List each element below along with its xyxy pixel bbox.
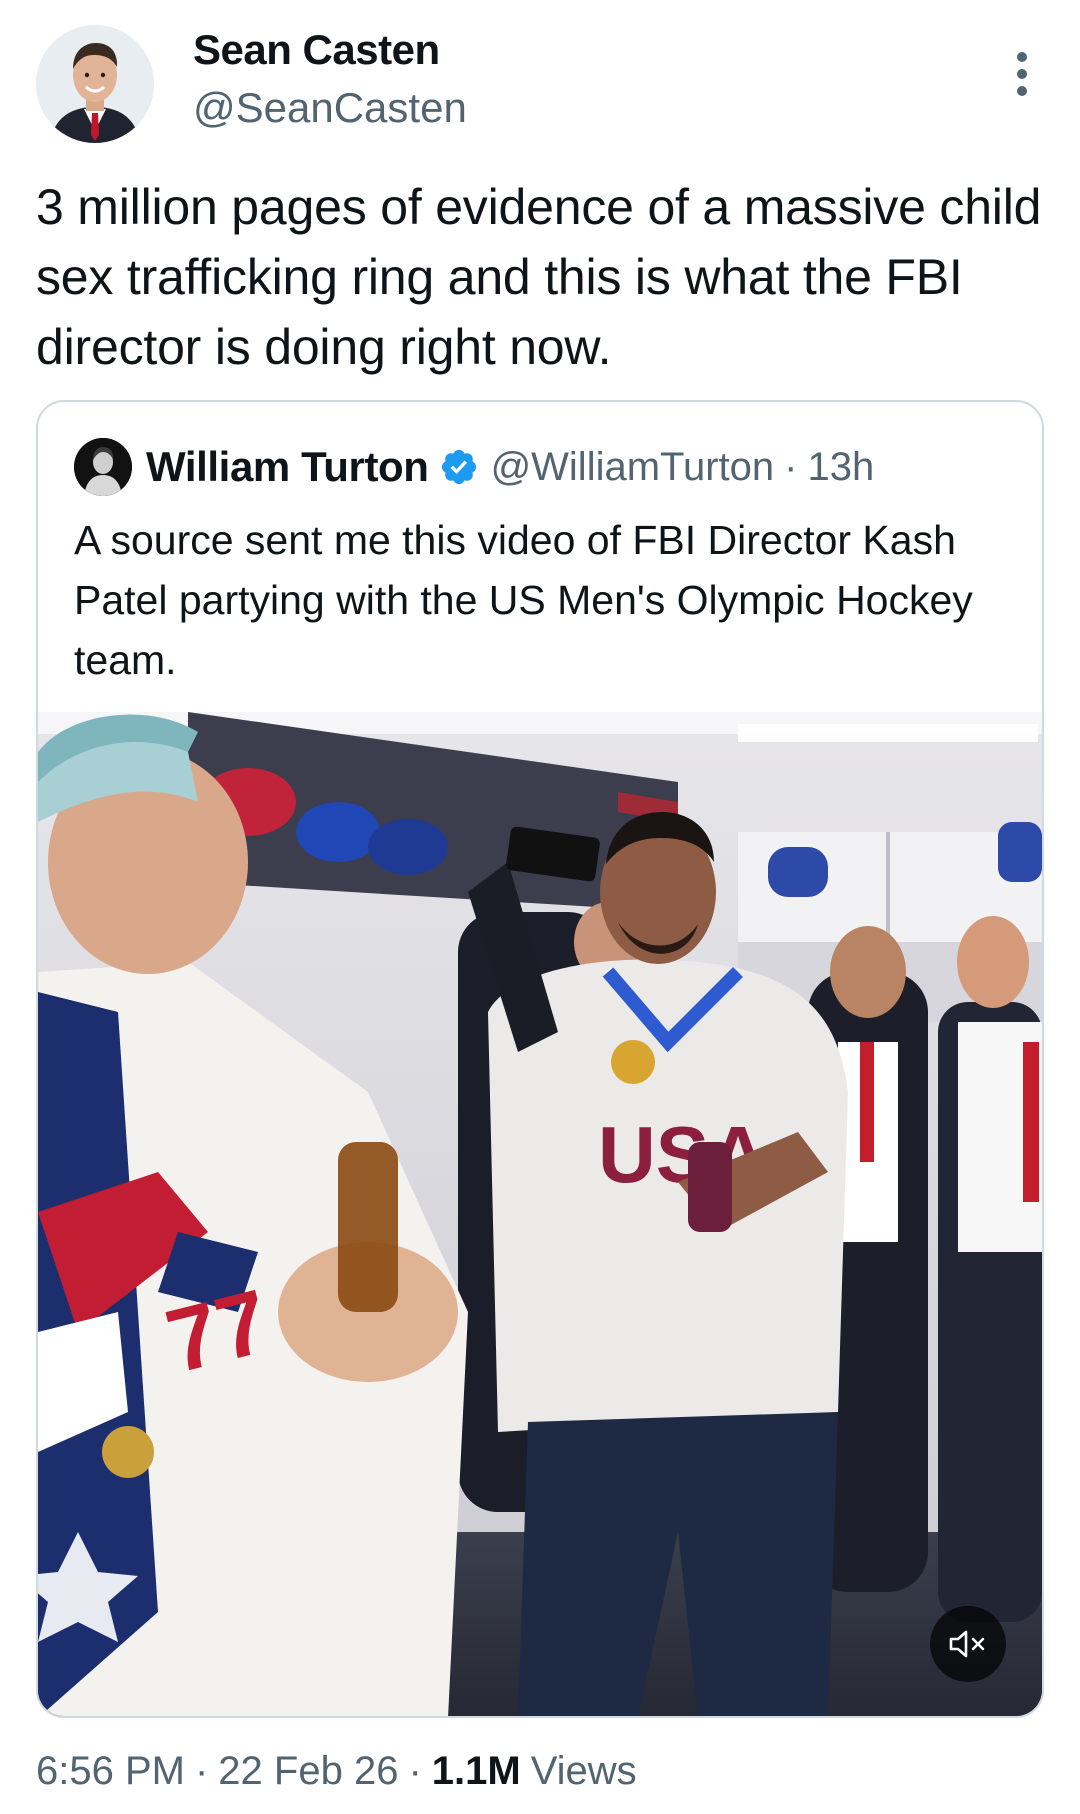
mute-toggle-button[interactable]	[930, 1606, 1006, 1682]
quoted-author-avatar-image	[74, 438, 132, 496]
tweet-date[interactable]: 22 Feb 26	[218, 1749, 398, 1794]
tweet-time[interactable]: 6:56 PM	[36, 1749, 185, 1794]
quoted-timestamp[interactable]: 13h	[807, 445, 874, 490]
quoted-tweet-card[interactable]: William Turton @WilliamTurton · 13h A so…	[36, 400, 1044, 1718]
author-avatar-image	[36, 25, 154, 143]
meta-separator: ·	[194, 1748, 209, 1793]
mute-icon	[949, 1630, 985, 1658]
more-options-button[interactable]	[1004, 50, 1040, 98]
tweet-meta: 6:56 PM · 22 Feb 26 · 1.1M Views	[36, 1746, 637, 1796]
tweet-text: 3 million pages of evidence of a massive…	[36, 179, 1055, 375]
quoted-tweet-header: William Turton @WilliamTurton · 13h	[74, 437, 874, 497]
meta-separator: ·	[408, 1748, 422, 1793]
quoted-tweet-text: A source sent me this video of FBI Direc…	[74, 517, 985, 683]
author-avatar[interactable]	[36, 25, 154, 143]
quoted-author-name[interactable]: William Turton	[146, 443, 429, 491]
quoted-author-handle[interactable]: @WilliamTurton	[491, 445, 775, 490]
more-vertical-icon	[1017, 52, 1027, 96]
author-handle[interactable]: @SeanCasten	[193, 84, 467, 132]
quoted-video[interactable]: USA 77	[38, 712, 1042, 1716]
quoted-separator: ·	[784, 444, 798, 489]
quoted-author-avatar[interactable]	[74, 438, 132, 496]
author-name[interactable]: Sean Casten	[193, 26, 440, 74]
views-label[interactable]: Views	[531, 1749, 637, 1794]
verified-badge-icon	[441, 449, 476, 485]
video-frame: USA 77	[38, 712, 1042, 1716]
views-count[interactable]: 1.1M	[432, 1749, 521, 1794]
